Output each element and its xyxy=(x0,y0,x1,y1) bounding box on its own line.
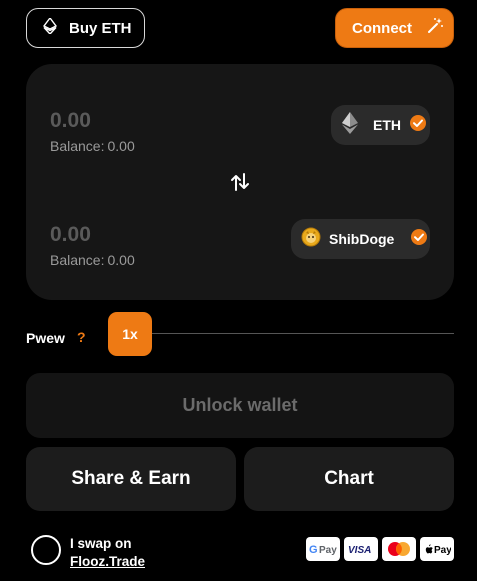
from-amount-input[interactable]: 0.00 xyxy=(50,109,91,133)
svg-text:Pay: Pay xyxy=(319,545,337,556)
svg-text:VISA: VISA xyxy=(348,545,371,555)
from-balance-label: Balance: xyxy=(50,138,105,154)
from-token-name: ETH xyxy=(373,117,401,133)
slippage-row: Pwew ? 1x xyxy=(26,312,454,356)
slippage-slider-thumb[interactable]: 1x xyxy=(108,312,152,356)
to-token-selector[interactable]: ShibDoge xyxy=(291,219,430,259)
connect-label: Connect xyxy=(352,19,412,37)
verified-badge-icon xyxy=(410,228,428,251)
slippage-label: Pwew xyxy=(26,330,65,346)
buy-eth-label: Buy ETH xyxy=(69,19,132,37)
to-amount-input[interactable]: 0.00 xyxy=(50,223,91,247)
to-balance-value: 0.00 xyxy=(107,252,135,268)
slippage-track[interactable] xyxy=(126,333,454,334)
buy-eth-button[interactable]: Buy ETH xyxy=(26,8,145,48)
to-token-name: ShibDoge xyxy=(329,231,395,247)
unlock-wallet-button[interactable]: Unlock wallet xyxy=(26,373,454,438)
connect-button[interactable]: Connect xyxy=(335,8,454,48)
chart-button[interactable]: Chart xyxy=(244,447,454,511)
magic-wand-icon xyxy=(426,17,444,40)
ethereum-icon xyxy=(341,111,359,139)
swap-card: 0.00 Balance: 0.00 ETH 0.00 Balance: 0.00 … xyxy=(26,64,454,300)
shibdoge-coin-icon xyxy=(301,227,321,252)
flooz-trade-link[interactable]: Flooz.Trade xyxy=(70,554,145,569)
from-balance: Balance: 0.00 xyxy=(50,138,135,154)
share-earn-button[interactable]: Share & Earn xyxy=(26,447,236,511)
verified-badge-icon xyxy=(409,114,427,137)
flooz-logo-icon xyxy=(31,535,61,565)
visa-icon: VISA xyxy=(344,537,378,561)
from-token-selector[interactable]: ETH xyxy=(331,105,430,145)
apple-pay-icon: Pay xyxy=(420,537,454,561)
to-balance: Balance: 0.00 xyxy=(50,252,135,268)
to-balance-label: Balance: xyxy=(50,252,105,268)
swap-arrows-icon[interactable] xyxy=(228,170,252,194)
from-balance-value: 0.00 xyxy=(107,138,135,154)
mastercard-icon xyxy=(382,537,416,561)
footer-swap-text: I swap on xyxy=(70,536,132,551)
ethereum-icon xyxy=(42,16,58,39)
google-pay-icon: G Pay xyxy=(306,537,340,561)
slippage-help-icon[interactable]: ? xyxy=(77,329,86,345)
svg-text:G: G xyxy=(309,544,318,556)
svg-text:Pay: Pay xyxy=(434,545,451,556)
